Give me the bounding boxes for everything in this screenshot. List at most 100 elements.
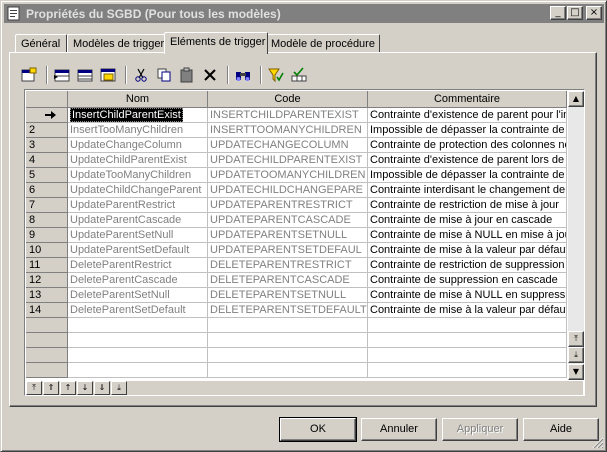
row-number[interactable]: 14: [26, 303, 68, 318]
cell-code[interactable]: UPDATECHILDCHANGEPARE: [208, 183, 368, 198]
cell-name[interactable]: InsertChildParentExist: [68, 108, 208, 123]
cell-comment[interactable]: Contrainte d'existence de parent pour l'…: [368, 108, 567, 123]
cell-comment[interactable]: Contrainte de restriction de mise à jour: [368, 198, 567, 213]
row-number[interactable]: 13: [26, 288, 68, 303]
row-number[interactable]: 4: [26, 153, 68, 168]
cell-name[interactable]: [68, 348, 208, 363]
cell-name[interactable]: DeleteParentRestrict: [68, 258, 208, 273]
cell-name[interactable]: [68, 333, 208, 348]
row-number[interactable]: 6: [26, 183, 68, 198]
cell-comment[interactable]: Contrainte de mise à NULL en mise à jour: [368, 228, 567, 243]
add-rows-icon[interactable]: [98, 65, 118, 85]
add-row-icon[interactable]: [75, 65, 95, 85]
insert-row-icon[interactable]: [52, 65, 72, 85]
tab-trigger-items[interactable]: Eléments de trigger: [164, 32, 268, 54]
cell-code[interactable]: INSERTCHILDPARENTEXIST: [208, 108, 368, 123]
cell-comment[interactable]: Contrainte de mise à NULL en suppressio: [368, 288, 567, 303]
cell-comment[interactable]: [368, 348, 567, 363]
cell-code[interactable]: UPDATEPARENTCASCADE: [208, 213, 368, 228]
help-button[interactable]: Aide: [523, 418, 599, 441]
row-number[interactable]: 12: [26, 273, 68, 288]
copy-icon[interactable]: [154, 65, 174, 85]
cell-code[interactable]: DELETEPARENTRESTRICT: [208, 258, 368, 273]
vertical-scrollbar[interactable]: ▲ ⤒ ⤓ ▼: [568, 91, 584, 380]
cell-comment[interactable]: Contrainte interdisant le changement de …: [368, 183, 567, 198]
minimize-button[interactable]: _: [550, 6, 566, 20]
cell-code[interactable]: [208, 318, 368, 333]
column-header-comment[interactable]: Commentaire: [368, 91, 567, 108]
cell-comment[interactable]: Contrainte de mise à jour en cascade: [368, 213, 567, 228]
trigger-items-grid[interactable]: Nom Code Commentaire InsertChildParentEx…: [24, 89, 585, 396]
cell-comment[interactable]: Contrainte de mise à la valeur par défau…: [368, 243, 567, 258]
cell-code[interactable]: UPDATETOOMANYCHILDREN: [208, 168, 368, 183]
move-bottom-icon[interactable]: ⤓: [111, 381, 127, 395]
tab-general[interactable]: Général: [15, 34, 67, 53]
row-number[interactable]: 5: [26, 168, 68, 183]
move-page-down-icon[interactable]: ⇓: [94, 381, 110, 395]
row-number[interactable]: 8: [26, 213, 68, 228]
cell-name[interactable]: UpdateTooManyChildren: [68, 168, 208, 183]
resize-grip[interactable]: [592, 437, 604, 449]
cell-comment[interactable]: [368, 318, 567, 333]
maximize-button[interactable]: □: [567, 6, 583, 20]
row-number[interactable]: 3: [26, 138, 68, 153]
cell-name[interactable]: [68, 318, 208, 333]
cell-comment[interactable]: Contrainte de protection des colonnes no: [368, 138, 567, 153]
cell-code[interactable]: [208, 348, 368, 363]
scroll-top-icon[interactable]: ⤒: [568, 331, 584, 347]
cell-comment[interactable]: Contrainte d'existence de parent lors de…: [368, 153, 567, 168]
scroll-down-icon[interactable]: ▼: [568, 364, 584, 380]
cell-comment[interactable]: Contrainte de restriction de suppression: [368, 258, 567, 273]
apply-button[interactable]: Appliquer: [442, 418, 518, 441]
cell-code[interactable]: DELETEPARENTSETDEFAULT: [208, 303, 368, 318]
row-number[interactable]: [26, 363, 68, 378]
properties-icon[interactable]: [19, 65, 39, 85]
close-button[interactable]: ×: [586, 6, 602, 20]
cell-code[interactable]: INSERTTOOMANYCHILDREN: [208, 123, 368, 138]
cell-comment[interactable]: Contrainte de suppression en cascade: [368, 273, 567, 288]
cell-comment[interactable]: [368, 333, 567, 348]
cell-name[interactable]: UpdateChildChangeParent: [68, 183, 208, 198]
cell-code[interactable]: UPDATEPARENTSETNULL: [208, 228, 368, 243]
cell-name[interactable]: UpdateChildParentExist: [68, 153, 208, 168]
scroll-bottom-icon[interactable]: ⤓: [568, 347, 584, 363]
row-number[interactable]: 2: [26, 123, 68, 138]
ok-button[interactable]: OK: [279, 417, 357, 442]
row-number[interactable]: 11: [26, 258, 68, 273]
move-page-up-icon[interactable]: ⇑: [43, 381, 59, 395]
title-bar[interactable]: Propriétés du SGBD (Pour tous les modèle…: [4, 4, 604, 23]
cell-name[interactable]: [68, 363, 208, 378]
filter-icon[interactable]: [266, 65, 286, 85]
move-top-icon[interactable]: ⤒: [26, 381, 42, 395]
cell-code[interactable]: [208, 333, 368, 348]
row-number[interactable]: 10: [26, 243, 68, 258]
column-header-name[interactable]: Nom: [68, 91, 208, 108]
move-down-icon[interactable]: ↓: [77, 381, 93, 395]
cut-icon[interactable]: [131, 65, 151, 85]
cell-name[interactable]: DeleteParentCascade: [68, 273, 208, 288]
cell-code[interactable]: DELETEPARENTSETNULL: [208, 288, 368, 303]
customize-columns-icon[interactable]: [289, 65, 309, 85]
cell-comment[interactable]: Contrainte de mise à la valeur par défau…: [368, 303, 567, 318]
cell-name[interactable]: UpdateParentSetNull: [68, 228, 208, 243]
move-up-icon[interactable]: ↑: [60, 381, 76, 395]
row-number[interactable]: [26, 318, 68, 333]
cell-name[interactable]: DeleteParentSetDefault: [68, 303, 208, 318]
cell-comment[interactable]: Impossible de dépasser la contrainte de …: [368, 123, 567, 138]
cell-comment[interactable]: Impossible de dépasser la contrainte de …: [368, 168, 567, 183]
cell-code[interactable]: [208, 363, 368, 378]
tab-trigger-templates[interactable]: Modèles de trigger: [67, 34, 167, 53]
tab-procedure-templates[interactable]: Modèle de procédure: [265, 34, 380, 53]
row-number[interactable]: [26, 333, 68, 348]
row-number[interactable]: [26, 348, 68, 363]
cell-code[interactable]: UPDATEPARENTSETDEFAUL: [208, 243, 368, 258]
cell-name[interactable]: UpdateParentSetDefault: [68, 243, 208, 258]
cell-name[interactable]: UpdateParentCascade: [68, 213, 208, 228]
column-header-code[interactable]: Code: [208, 91, 368, 108]
current-row-icon[interactable]: [26, 108, 68, 123]
cell-name[interactable]: UpdateParentRestrict: [68, 198, 208, 213]
paste-icon[interactable]: [177, 65, 197, 85]
delete-icon[interactable]: [200, 65, 220, 85]
row-number[interactable]: 9: [26, 228, 68, 243]
cell-code[interactable]: UPDATEPARENTRESTRICT: [208, 198, 368, 213]
